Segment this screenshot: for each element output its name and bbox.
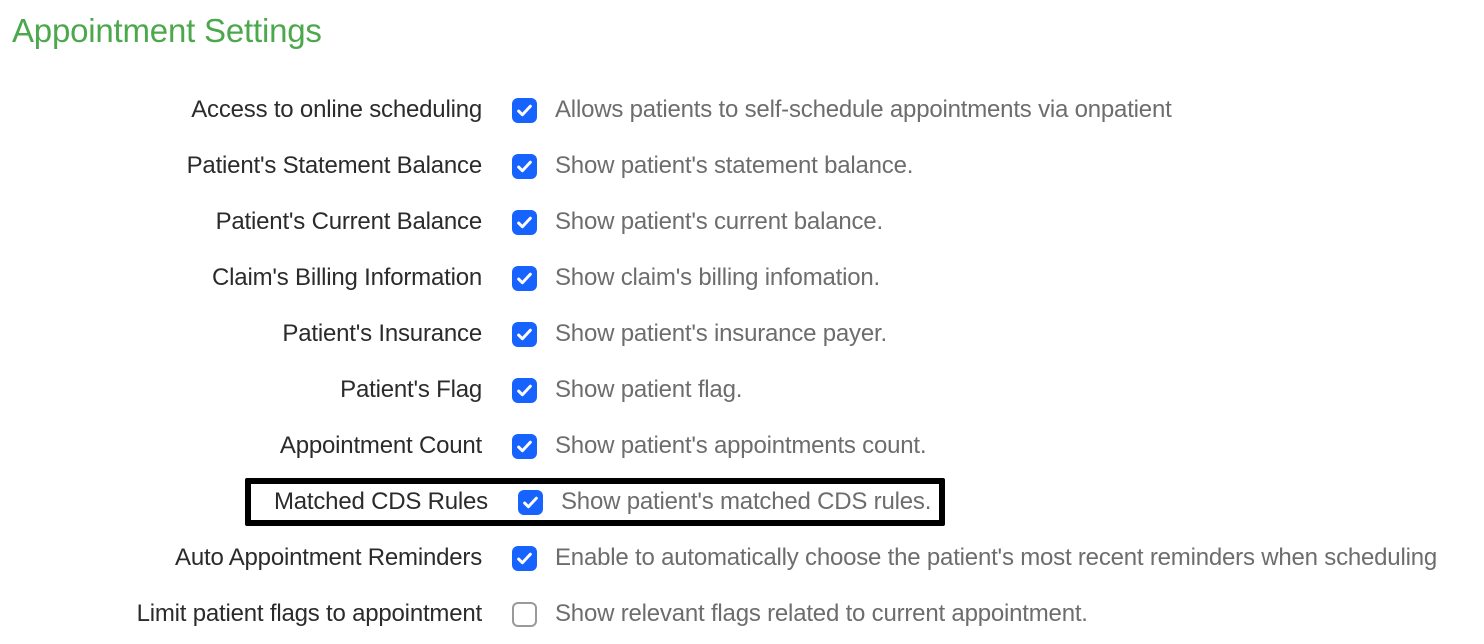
setting-row: Claim's Billing Information Show claim's … xyxy=(12,254,1484,302)
setting-checkbox[interactable] xyxy=(512,602,537,627)
setting-checkbox[interactable] xyxy=(512,98,537,123)
setting-checkbox[interactable] xyxy=(512,434,537,459)
setting-label: Patient's Flag xyxy=(12,376,512,404)
checkbox-wrap xyxy=(512,546,537,571)
setting-checkbox[interactable] xyxy=(512,378,537,403)
settings-list: Access to online scheduling Allows patien… xyxy=(12,86,1484,638)
setting-label: Limit patient flags to appointment xyxy=(12,600,512,628)
setting-label: Patient's Current Balance xyxy=(12,208,512,236)
setting-label: Access to online scheduling xyxy=(12,96,512,124)
setting-checkbox[interactable] xyxy=(512,546,537,571)
checkbox-wrap xyxy=(512,322,537,347)
setting-label: Patient's Statement Balance xyxy=(12,152,512,180)
setting-label: Appointment Count xyxy=(12,432,512,460)
setting-checkbox[interactable] xyxy=(512,154,537,179)
setting-description: Show claim's billing infomation. xyxy=(537,264,880,292)
setting-description: Show patient flag. xyxy=(537,376,742,404)
setting-description: Show patient's statement balance. xyxy=(537,152,913,180)
setting-label: Patient's Insurance xyxy=(12,320,512,348)
setting-label: Matched CDS Rules xyxy=(251,488,518,516)
setting-checkbox[interactable] xyxy=(512,210,537,235)
setting-checkbox[interactable] xyxy=(512,322,537,347)
checkbox-wrap xyxy=(512,154,537,179)
checkbox-wrap xyxy=(512,378,537,403)
setting-description: Show patient's appointments count. xyxy=(537,432,926,460)
setting-row: Appointment Count Show patient's appointm… xyxy=(12,422,1484,470)
setting-label: Claim's Billing Information xyxy=(12,264,512,292)
setting-row: Auto Appointment Reminders Enable to auto… xyxy=(12,534,1484,582)
highlight-box: Matched CDS Rules Show patient's matched … xyxy=(245,478,945,526)
setting-description: Allows patients to self-schedule appoint… xyxy=(537,96,1172,124)
checkbox-wrap xyxy=(518,490,543,515)
setting-description: Show patient's matched CDS rules. xyxy=(543,488,931,516)
setting-row: Patient's Statement Balance Show patient'… xyxy=(12,142,1484,190)
setting-description: Show patient's current balance. xyxy=(537,208,883,236)
setting-row: Patient's Flag Show patient flag. xyxy=(12,366,1484,414)
setting-description: Show relevant flags related to current a… xyxy=(537,600,1088,628)
setting-row: Access to online scheduling Allows patien… xyxy=(12,86,1484,134)
setting-row: Limit patient flags to appointment Show r… xyxy=(12,590,1484,638)
setting-checkbox[interactable] xyxy=(518,490,543,515)
checkbox-wrap xyxy=(512,98,537,123)
checkbox-wrap xyxy=(512,602,537,627)
setting-row: Patient's Insurance Show patient's insura… xyxy=(12,310,1484,358)
setting-description: Show patient's insurance payer. xyxy=(537,320,887,348)
setting-checkbox[interactable] xyxy=(512,266,537,291)
setting-label: Auto Appointment Reminders xyxy=(12,544,512,572)
checkbox-wrap xyxy=(512,266,537,291)
setting-row: Matched CDS Rules Show patient's matched … xyxy=(12,478,1484,526)
setting-description: Enable to automatically choose the patie… xyxy=(537,544,1437,572)
page-title: Appointment Settings xyxy=(12,12,1484,50)
setting-row: Patient's Current Balance Show patient's … xyxy=(12,198,1484,246)
checkbox-wrap xyxy=(512,434,537,459)
checkbox-wrap xyxy=(512,210,537,235)
